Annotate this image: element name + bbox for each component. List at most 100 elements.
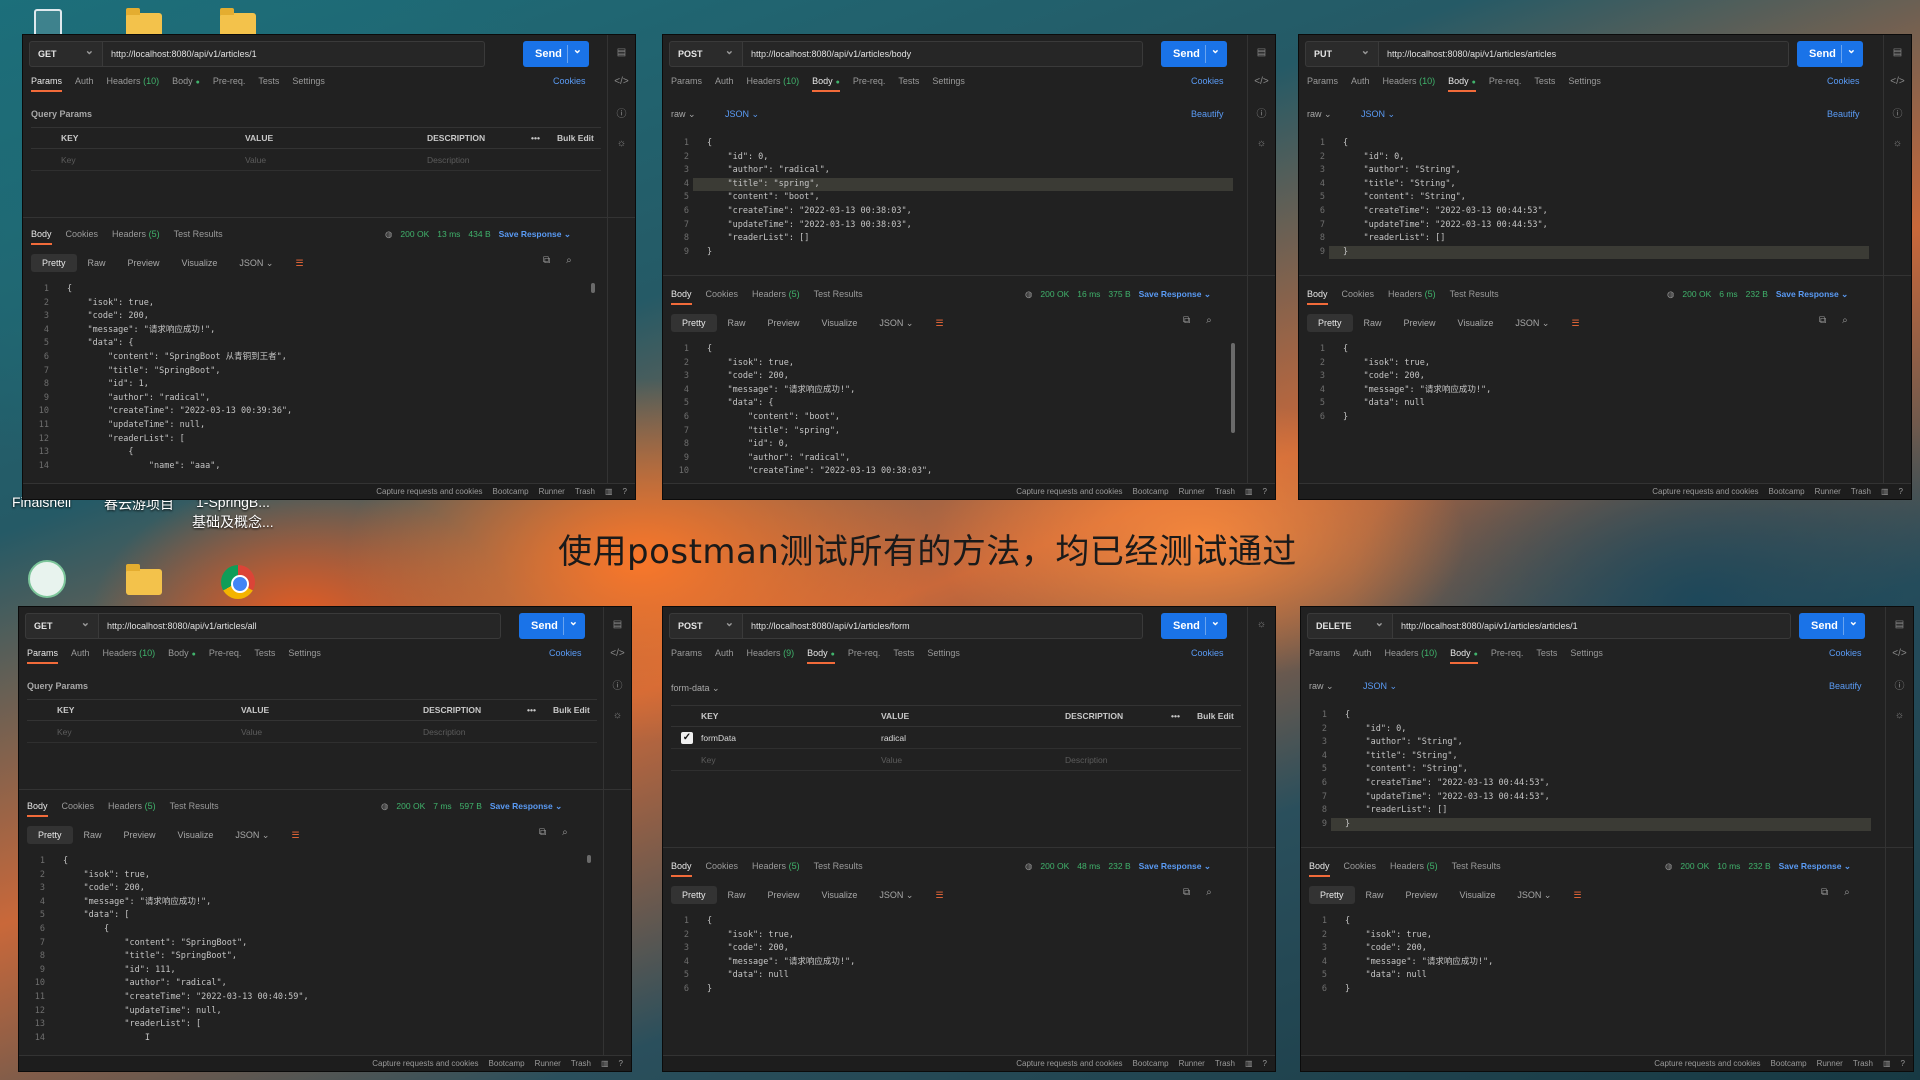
chrome-icon[interactable]	[218, 562, 258, 602]
body-mode-select[interactable]: raw ⌄	[671, 109, 696, 120]
view-pretty[interactable]: Pretty	[1309, 886, 1355, 904]
documentation-icon[interactable]: ▤	[1895, 619, 1904, 630]
bootcamp-link[interactable]: Bootcamp	[1133, 1059, 1169, 1068]
format-select[interactable]: JSON	[224, 826, 280, 845]
resp-tab-headers[interactable]: Headers (5)	[1390, 861, 1438, 877]
request-body-editor[interactable]: { "id": 0, "author": "String", "title": …	[1343, 137, 1548, 259]
tab-settings[interactable]: Settings	[1568, 76, 1601, 92]
value-input[interactable]: Value	[241, 727, 262, 737]
search-icon[interactable]: ⌕	[1206, 887, 1212, 898]
bulb-icon[interactable]: ☼	[617, 138, 626, 149]
row-enabled-checkbox[interactable]: ✓	[681, 731, 693, 744]
layout-icon[interactable]: ▥	[1881, 487, 1889, 496]
scrollbar[interactable]	[1231, 343, 1235, 433]
key-input[interactable]: Key	[701, 755, 716, 765]
tab-auth[interactable]: Auth	[71, 648, 90, 664]
scrollbar[interactable]	[591, 283, 595, 293]
view-visualize[interactable]: Visualize	[167, 826, 225, 844]
format-select[interactable]: JSON	[228, 254, 284, 273]
resp-tab-cookies[interactable]: Cookies	[66, 229, 99, 245]
resp-tab-cookies[interactable]: Cookies	[1344, 861, 1377, 877]
app-icon[interactable]	[26, 558, 68, 600]
tab-auth[interactable]: Auth	[715, 648, 734, 664]
wrap-icon[interactable]: ☰	[924, 886, 954, 905]
view-pretty[interactable]: Pretty	[671, 314, 717, 332]
search-icon[interactable]: ⌕	[1206, 315, 1212, 326]
copy-icon[interactable]: ⧉	[1183, 315, 1190, 326]
tab-body[interactable]: Body	[807, 648, 835, 664]
send-button[interactable]: Send	[1161, 609, 1227, 639]
bootcamp-link[interactable]: Bootcamp	[1133, 487, 1169, 496]
key-input[interactable]: Key	[57, 727, 72, 737]
tab-auth[interactable]: Auth	[715, 76, 734, 92]
tab-settings[interactable]: Settings	[1570, 648, 1603, 664]
tab-prereq[interactable]: Pre-req.	[853, 76, 886, 92]
info-icon[interactable]: ⓘ	[617, 105, 627, 120]
tab-prereq[interactable]: Pre-req.	[209, 648, 242, 664]
runner-link[interactable]: Runner	[1815, 487, 1841, 496]
view-pretty[interactable]: Pretty	[31, 254, 77, 272]
view-preview[interactable]: Preview	[757, 314, 811, 332]
capture-link[interactable]: Capture requests and cookies	[376, 487, 482, 496]
form-value[interactable]: radical	[881, 733, 906, 743]
runner-link[interactable]: Runner	[1817, 1059, 1843, 1068]
search-icon[interactable]: ⌕	[562, 827, 568, 838]
method-select[interactable]: GET	[25, 611, 99, 639]
trash-link[interactable]: Trash	[1853, 1059, 1873, 1068]
capture-link[interactable]: Capture requests and cookies	[372, 1059, 478, 1068]
info-icon[interactable]: ⓘ	[613, 677, 623, 692]
wrap-icon[interactable]: ☰	[280, 826, 310, 845]
cookies-link[interactable]: Cookies	[1191, 76, 1224, 86]
tab-params[interactable]: Params	[31, 76, 63, 92]
documentation-icon[interactable]: ▤	[1257, 47, 1266, 58]
beautify-button[interactable]: Beautify	[1829, 681, 1862, 691]
tab-prereq[interactable]: Pre-req.	[213, 76, 246, 92]
resp-tab-body[interactable]: Body	[31, 229, 52, 245]
capture-link[interactable]: Capture requests and cookies	[1652, 487, 1758, 496]
resp-tab-test-results[interactable]: Test Results	[174, 229, 223, 245]
more-icon[interactable]: •••	[1171, 711, 1180, 721]
documentation-icon[interactable]: ▤	[617, 47, 626, 58]
view-raw[interactable]: Raw	[717, 886, 757, 904]
tab-tests[interactable]: Tests	[898, 76, 919, 92]
beautify-button[interactable]: Beautify	[1191, 109, 1224, 119]
request-body-editor[interactable]: { "id": 0, "author": "String", "title": …	[1345, 709, 1550, 831]
view-raw[interactable]: Raw	[77, 254, 117, 272]
method-select[interactable]: POST	[669, 39, 743, 67]
search-icon[interactable]: ⌕	[1844, 887, 1850, 898]
copy-icon[interactable]: ⧉	[539, 827, 546, 838]
method-select[interactable]: GET	[29, 39, 103, 67]
method-select[interactable]: POST	[669, 611, 743, 639]
resp-tab-body[interactable]: Body	[1309, 861, 1330, 877]
resp-tab-headers[interactable]: Headers (5)	[112, 229, 160, 245]
tab-params[interactable]: Params	[27, 648, 59, 664]
bootcamp-link[interactable]: Bootcamp	[493, 487, 529, 496]
resp-tab-headers[interactable]: Headers (5)	[1388, 289, 1436, 305]
tab-tests[interactable]: Tests	[1536, 648, 1557, 664]
help-icon[interactable]: ?	[1263, 1059, 1267, 1068]
copy-icon[interactable]: ⧉	[1819, 315, 1826, 326]
url-input[interactable]: http://localhost:8080/api/v1/articles/al…	[99, 613, 501, 639]
body-mode-select[interactable]: raw ⌄	[1307, 109, 1332, 120]
tab-params[interactable]: Params	[671, 648, 702, 664]
tab-body[interactable]: Body	[172, 76, 200, 92]
capture-link[interactable]: Capture requests and cookies	[1016, 487, 1122, 496]
view-visualize[interactable]: Visualize	[171, 254, 229, 272]
code-icon[interactable]: </>	[1890, 76, 1904, 87]
tab-settings[interactable]: Settings	[932, 76, 965, 92]
bulk-edit-button[interactable]: Bulk Edit	[1197, 711, 1234, 721]
info-icon[interactable]: ⓘ	[1257, 105, 1267, 120]
body-language-select[interactable]: JSON ⌄	[1363, 681, 1397, 692]
url-input[interactable]: http://localhost:8080/api/v1/articles/ar…	[1393, 613, 1791, 639]
wrap-icon[interactable]: ☰	[284, 254, 314, 273]
save-response-button[interactable]: Save Response ⌄	[1776, 289, 1848, 300]
view-preview[interactable]: Preview	[113, 826, 167, 844]
resp-tab-cookies[interactable]: Cookies	[706, 861, 739, 877]
more-icon[interactable]: •••	[531, 133, 540, 143]
url-input[interactable]: http://localhost:8080/api/v1/articles/bo…	[743, 41, 1143, 67]
trash-link[interactable]: Trash	[1215, 487, 1235, 496]
tab-auth[interactable]: Auth	[1351, 76, 1370, 92]
resp-tab-body[interactable]: Body	[27, 801, 48, 817]
body-language-select[interactable]: JSON ⌄	[725, 109, 759, 120]
save-response-button[interactable]: Save Response ⌄	[1779, 861, 1851, 872]
